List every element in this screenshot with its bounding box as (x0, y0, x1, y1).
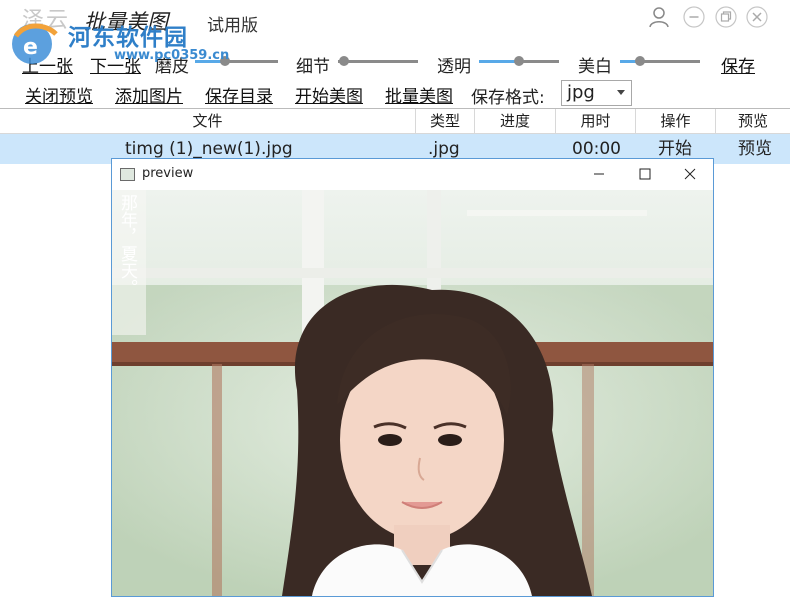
column-header-preview[interactable]: 预览 (716, 109, 790, 133)
start-beautify-button[interactable]: 开始美图 (295, 82, 363, 107)
table-bottom-edge (0, 588, 790, 597)
column-header-time[interactable]: 用时 (556, 109, 636, 133)
watermark-text: 河东软件园 (68, 25, 188, 51)
format-select[interactable]: jpg (561, 80, 632, 106)
toolbar-actions: 关闭预览 添加图片 保存目录 开始美图 批量美图 保存格式: jpg (0, 80, 790, 108)
slider-thumb[interactable] (514, 56, 524, 66)
format-value: jpg (567, 82, 595, 103)
edition-label: 试用版 (207, 16, 258, 36)
preview-title: preview (142, 166, 194, 181)
format-label: 保存格式: (471, 88, 545, 108)
detail-slider[interactable] (338, 54, 418, 68)
chevron-down-icon (617, 90, 625, 95)
preview-title-bar: preview (112, 159, 713, 190)
user-icon[interactable] (648, 6, 670, 28)
minimize-icon[interactable] (683, 6, 705, 28)
watermark: e 河东软件园 www.pc0359.cn (4, 12, 229, 68)
save-directory-button[interactable]: 保存目录 (205, 82, 273, 107)
add-image-button[interactable]: 添加图片 (115, 82, 183, 107)
preview-window: preview 那年，夏天。 (111, 158, 714, 597)
restore-icon[interactable] (715, 6, 737, 28)
detail-label: 细节 (296, 57, 330, 77)
column-header-type[interactable]: 类型 (416, 109, 475, 133)
photo-caption: 那年，夏天。 (117, 194, 137, 296)
slider-fill (479, 60, 519, 63)
close-preview-button[interactable]: 关闭预览 (25, 82, 93, 107)
transparency-slider[interactable] (479, 54, 559, 68)
preview-row-button[interactable]: 预览 (738, 134, 772, 164)
column-header-action[interactable]: 操作 (636, 109, 716, 133)
preview-minimize-icon[interactable] (584, 163, 614, 185)
slider-thumb[interactable] (635, 56, 645, 66)
slider-track (338, 60, 418, 63)
preview-maximize-icon[interactable] (630, 163, 660, 185)
transparency-label: 透明 (437, 57, 471, 77)
close-icon[interactable] (746, 6, 768, 28)
image-window-icon (120, 168, 135, 181)
portrait-photo (112, 190, 713, 596)
watermark-url: www.pc0359.cn (114, 48, 230, 63)
whiten-label: 美白 (578, 57, 612, 77)
watermark-logo: e (12, 23, 58, 64)
svg-text:e: e (23, 35, 38, 60)
whiten-slider[interactable] (620, 54, 700, 68)
batch-beautify-button[interactable]: 批量美图 (385, 82, 453, 107)
preview-close-icon[interactable] (675, 163, 705, 185)
save-button[interactable]: 保存 (721, 52, 755, 77)
column-header-progress[interactable]: 进度 (475, 109, 556, 133)
preview-photo: 那年，夏天。 (112, 190, 713, 596)
table-header: 文件 类型 进度 用时 操作 预览 (0, 109, 790, 134)
slider-thumb[interactable] (339, 56, 349, 66)
column-header-file[interactable]: 文件 (0, 109, 416, 133)
